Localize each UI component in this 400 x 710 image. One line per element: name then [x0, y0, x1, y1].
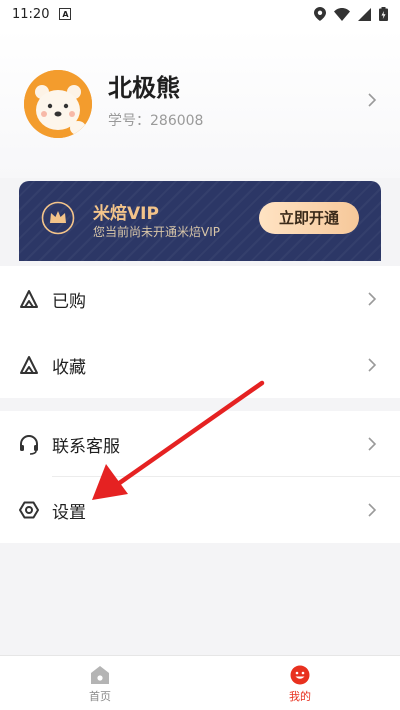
crown-icon: [41, 201, 75, 235]
profile-face-icon: [290, 665, 310, 685]
vip-card[interactable]: 米焙VIP 您当前尚未开通米焙VIP 立即开通: [19, 181, 381, 261]
menu-group-support: 联系客服 设置: [0, 411, 400, 543]
chevron-right-icon[interactable]: [364, 92, 380, 108]
menu-item-settings[interactable]: 设置: [0, 477, 400, 543]
avatar[interactable]: [24, 70, 92, 138]
menu-item-label: 设置: [52, 502, 86, 523]
wifi-icon: [334, 7, 350, 21]
vip-subtitle: 您当前尚未开通米焙VIP: [93, 225, 220, 239]
chevron-right-icon: [368, 503, 377, 517]
activate-vip-button[interactable]: 立即开通: [259, 202, 359, 234]
settings-icon: [19, 501, 39, 519]
chevron-right-icon: [368, 292, 377, 306]
purchased-icon: [20, 290, 38, 308]
vip-title: 米焙VIP: [93, 204, 159, 224]
bottom-tab-bar: 首页 我的: [0, 655, 400, 710]
headset-icon: [20, 435, 38, 455]
student-number-value: 286008: [150, 113, 204, 129]
tab-home[interactable]: 首页: [40, 656, 160, 710]
location-icon: [314, 7, 326, 21]
bear-avatar-image: [24, 70, 92, 138]
tab-label-mine: 我的: [289, 690, 311, 703]
menu-item-label: 收藏: [52, 357, 86, 378]
home-icon: [91, 666, 109, 684]
battery-icon: [379, 7, 388, 21]
favorite-icon: [20, 356, 38, 374]
status-time: 11:20: [12, 6, 50, 22]
chevron-right-icon: [368, 358, 377, 372]
menu-item-customer-service[interactable]: 联系客服: [0, 411, 400, 477]
signal-icon: [358, 7, 371, 21]
chevron-right-icon: [368, 437, 377, 451]
tab-label-home: 首页: [89, 690, 111, 703]
menu-item-label: 已购: [52, 291, 86, 312]
menu-item-favorites[interactable]: 收藏: [0, 332, 400, 398]
profile-header[interactable]: 北极熊 学号：286008: [0, 28, 400, 178]
student-number: 学号：286008: [108, 110, 203, 130]
username: 北极熊: [108, 74, 180, 102]
a-icon: A: [59, 8, 72, 20]
menu-group-orders: 已购 收藏: [0, 266, 400, 398]
status-bar: 11:20 A: [0, 0, 400, 28]
student-number-label: 学号：: [108, 113, 150, 129]
menu-item-purchased[interactable]: 已购: [0, 266, 400, 332]
menu-item-label: 联系客服: [52, 436, 120, 457]
tab-mine[interactable]: 我的: [240, 656, 360, 710]
